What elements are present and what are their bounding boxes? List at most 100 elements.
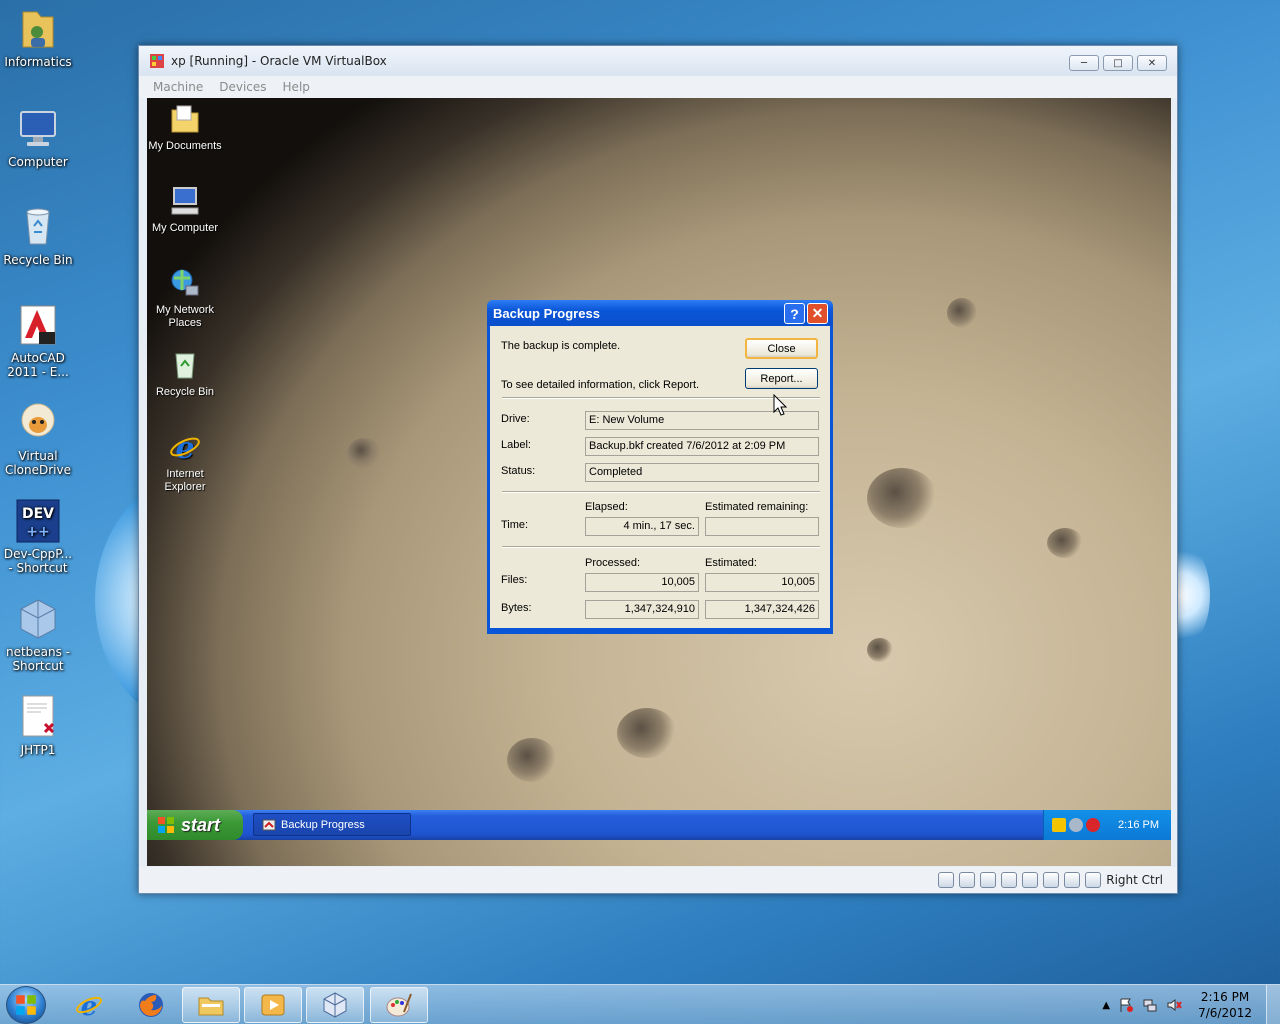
menu-machine[interactable]: Machine	[153, 80, 203, 94]
moon-crater	[867, 468, 937, 528]
desktop-icon-jhtp1[interactable]: JHTP1	[0, 694, 76, 757]
win7-taskbar: e ▲ 2:16 PM 7/6/2012	[0, 984, 1280, 1024]
files-label: Files:	[501, 574, 528, 586]
win7-clock[interactable]: 2:16 PM 7/6/2012	[1198, 989, 1252, 1021]
taskbar-virtualbox[interactable]	[306, 987, 364, 1023]
network-places-icon	[168, 266, 202, 300]
drive-label: Drive:	[501, 413, 530, 425]
security-shield-icon[interactable]	[1052, 818, 1066, 832]
desktop-icon-netbeans[interactable]: netbeans - Shortcut	[0, 596, 76, 673]
mouse-integration-icon[interactable]	[1064, 872, 1081, 888]
sheep-icon	[15, 400, 61, 446]
start-orb[interactable]	[6, 986, 46, 1024]
xp-icon-my-documents[interactable]: My Documents	[147, 102, 225, 153]
processed-header: Processed:	[585, 557, 641, 569]
files-estimated: 10,005	[705, 573, 819, 592]
update-icon[interactable]	[1069, 818, 1083, 832]
internet-explorer-icon: e	[76, 992, 102, 1020]
window-title: xp [Running] - Oracle VM VirtualBox	[171, 54, 387, 68]
clock-time: 2:16 PM	[1200, 990, 1250, 1004]
clock-date: 7/6/2012	[1198, 1006, 1252, 1020]
explorer-folder-icon	[198, 997, 224, 1016]
backup-icon	[262, 819, 276, 830]
start-button[interactable]: start	[147, 810, 243, 840]
desktop-icon-autocad[interactable]: AutoCAD 2011 - E...	[0, 302, 76, 379]
pdf-document-icon	[15, 694, 61, 740]
close-button[interactable]: ✕	[1137, 55, 1167, 71]
taskbar-internet-explorer[interactable]: e	[60, 987, 118, 1023]
moon-crater	[347, 438, 381, 468]
svg-text:++: ++	[26, 524, 49, 540]
alert-shield-icon[interactable]	[1086, 818, 1100, 832]
desktop-icon-computer[interactable]: Computer	[0, 106, 76, 169]
menu-devices[interactable]: Devices	[219, 80, 266, 94]
desktop-icon-label: Recycle Bin	[3, 253, 73, 267]
divider	[502, 491, 820, 493]
firefox-icon	[139, 993, 163, 1017]
show-hidden-icons-button[interactable]: ▲	[1102, 1000, 1110, 1011]
virtualbox-window[interactable]: xp [Running] - Oracle VM VirtualBox ─ □ …	[138, 45, 1178, 894]
dialog-titlebar[interactable]: Backup Progress	[487, 300, 833, 326]
taskbar-explorer[interactable]	[182, 987, 240, 1023]
desktop-icon-recycle-bin[interactable]: Recycle Bin	[0, 204, 76, 267]
network-icon[interactable]	[1001, 872, 1018, 888]
status-label: Status:	[501, 465, 536, 477]
taskbar-item-backup-progress[interactable]: Backup Progress	[253, 813, 411, 836]
recycle-bin-icon	[168, 348, 202, 382]
xp-icon-internet-explorer[interactable]: e Internet Explorer	[147, 430, 225, 494]
moon-crater	[617, 708, 677, 758]
desktop-icon-label: AutoCAD 2011 - E...	[7, 351, 69, 379]
usb-icon[interactable]	[980, 872, 997, 888]
hard-disk-icon[interactable]	[938, 872, 955, 888]
my-computer-icon	[168, 184, 202, 218]
svg-text:e: e	[81, 992, 98, 1020]
xp-icon-recycle-bin[interactable]: Recycle Bin	[147, 348, 225, 399]
capture-icon[interactable]	[1043, 872, 1060, 888]
taskbar-firefox[interactable]	[122, 987, 180, 1023]
action-center-flag-icon[interactable]	[1118, 997, 1134, 1013]
vm-screen[interactable]: My Documents My Computer My Network Plac…	[147, 98, 1171, 866]
windows-flag-icon	[158, 817, 174, 833]
optical-drive-icon[interactable]	[959, 872, 976, 888]
maximize-button[interactable]: □	[1103, 55, 1133, 71]
xp-icon-label: Internet Explorer	[164, 468, 206, 493]
paint-icon	[386, 993, 412, 1017]
dialog-close-button[interactable]: ✕	[807, 303, 828, 324]
help-button[interactable]: ?	[784, 303, 805, 324]
taskbar-paint[interactable]	[370, 987, 428, 1023]
media-player-icon	[261, 994, 285, 1016]
desktop-icon-label: JHTP1	[20, 743, 56, 757]
xp-system-tray: 2:16 PM	[1043, 810, 1171, 840]
bytes-estimated: 1,347,324,426	[705, 600, 819, 619]
xp-icon-label: My Computer	[151, 222, 219, 234]
close-dialog-button[interactable]: Close	[745, 338, 818, 359]
dialog-title: Backup Progress	[493, 305, 600, 321]
desktop-icon-label: Computer	[8, 155, 68, 169]
virtualbox-titlebar[interactable]: xp [Running] - Oracle VM VirtualBox ─ □ …	[139, 46, 1177, 76]
volume-muted-icon[interactable]	[1166, 997, 1182, 1013]
show-desktop-button[interactable]	[1266, 985, 1280, 1024]
netbeans-icon	[15, 596, 61, 642]
dev-cpp-icon: DEV ++	[15, 498, 61, 544]
recycle-bin-icon	[15, 204, 61, 250]
desktop-icon-informatics[interactable]: Informatics	[0, 6, 76, 69]
backup-progress-dialog[interactable]: Backup Progress ? ✕ The backup is comple…	[487, 300, 833, 634]
time-label: Time:	[501, 519, 529, 531]
xp-icon-label: Recycle Bin	[155, 386, 215, 398]
xp-taskbar: start Backup Progress 2:16 PM	[147, 810, 1171, 840]
desktop-icon-devcpp[interactable]: DEV ++ Dev-CppP... - Shortcut	[0, 498, 76, 575]
report-button[interactable]: Report...	[745, 368, 818, 389]
menu-help[interactable]: Help	[283, 80, 310, 94]
host-key-icon[interactable]	[1085, 872, 1102, 888]
shared-folders-icon[interactable]	[1022, 872, 1039, 888]
my-documents-icon	[168, 102, 202, 136]
minimize-button[interactable]: ─	[1069, 55, 1099, 71]
taskbar-media-player[interactable]	[244, 987, 302, 1023]
virtualbox-app-icon	[150, 54, 164, 68]
internet-explorer-icon: e	[168, 430, 202, 466]
network-tray-icon[interactable]	[1142, 997, 1158, 1013]
desktop-icon-clonedrive[interactable]: Virtual CloneDrive	[0, 400, 76, 477]
xp-icon-my-computer[interactable]: My Computer	[147, 184, 225, 235]
xp-clock[interactable]: 2:16 PM	[1118, 819, 1159, 831]
xp-icon-network-places[interactable]: My Network Places	[147, 266, 225, 330]
